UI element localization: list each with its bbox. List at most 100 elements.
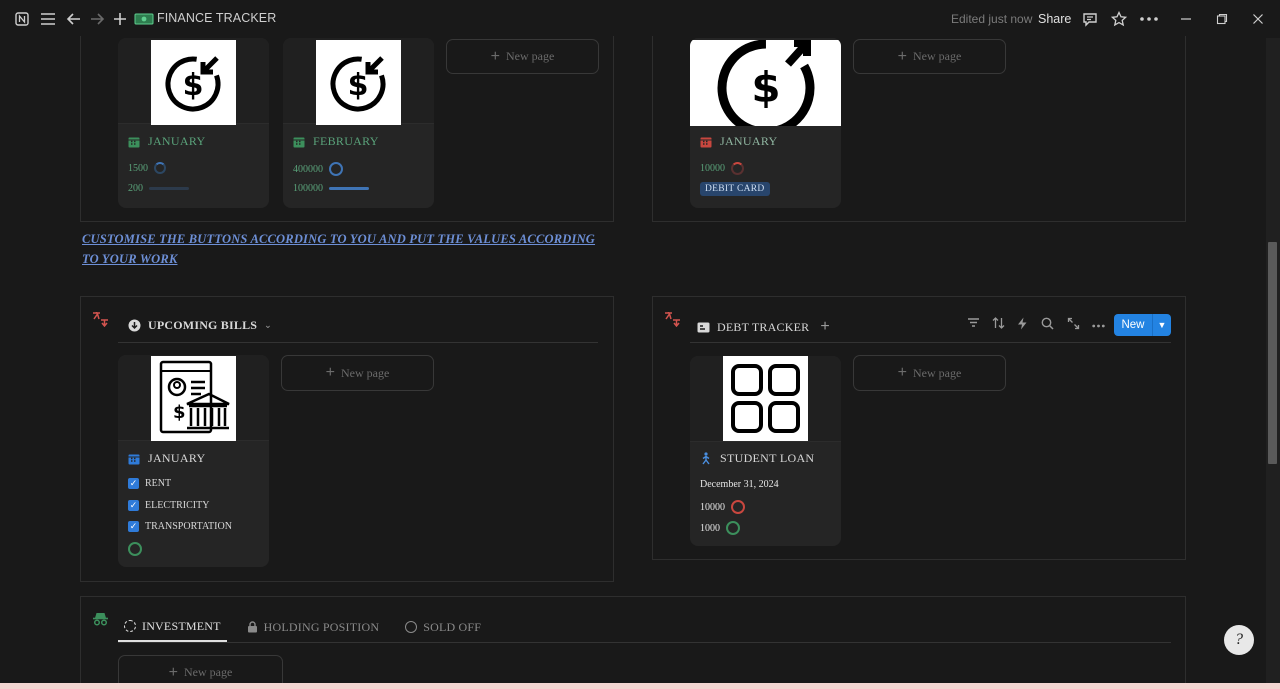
svg-text:$: $ <box>751 63 780 112</box>
card-value: 100000 <box>293 183 323 194</box>
star-icon[interactable] <box>1109 9 1129 29</box>
card-value: 400000 <box>293 163 323 175</box>
card-title: JANUARY <box>720 134 778 148</box>
investment-tabs: INVESTMENT HOLDING POSITION SOLD OFF <box>118 612 487 642</box>
plus-icon: + <box>325 364 336 381</box>
new-page-button[interactable]: + New page <box>853 39 1006 74</box>
divider <box>118 642 1171 643</box>
bill-item: ELECTRICITY <box>145 500 210 511</box>
back-arrow-icon[interactable] <box>63 9 83 29</box>
new-page-button[interactable]: + New page <box>446 39 599 74</box>
plus-icon: + <box>897 47 908 65</box>
menu-icon[interactable] <box>38 9 58 29</box>
progress-ring-icon <box>329 162 343 176</box>
edited-status: Edited just now <box>951 12 1033 26</box>
page-title[interactable]: FINANCE TRACKER <box>157 11 276 25</box>
progress-bar <box>149 187 189 190</box>
svg-text:$: $ <box>348 68 369 103</box>
new-entry-button[interactable]: New ▼ <box>1114 314 1171 336</box>
chevron-down-icon[interactable]: ⌄ <box>264 321 272 331</box>
tab-investment[interactable]: INVESTMENT <box>118 612 227 642</box>
due-date: December 31, 2024 <box>700 479 779 490</box>
plus-icon: + <box>897 364 908 381</box>
notion-logo-icon[interactable] <box>12 9 32 29</box>
progress-ring-icon <box>128 542 142 556</box>
close-icon[interactable] <box>1248 9 1268 29</box>
bank-bill-icon: $ <box>151 356 236 441</box>
forward-arrow-icon[interactable] <box>87 9 107 29</box>
svg-text:$: $ <box>183 68 204 103</box>
new-page-button[interactable]: + New page <box>281 355 434 391</box>
debt-card-student-loan[interactable]: STUDENT LOAN December 31, 2024 10000 100… <box>690 356 841 546</box>
more-options-icon[interactable] <box>1139 9 1159 29</box>
bill-item: TRANSPORTATION <box>145 521 232 532</box>
card-value: 1500 <box>128 162 148 174</box>
more-options-icon[interactable] <box>1092 317 1105 332</box>
circle-icon <box>405 621 418 633</box>
grid-apps-icon <box>723 356 808 441</box>
card-value: 200 <box>128 183 143 194</box>
download-circle-icon <box>128 319 141 332</box>
new-page-button[interactable]: + New page <box>853 355 1006 391</box>
money-out-icon: $ <box>690 39 841 137</box>
card-title: JANUARY <box>148 451 206 465</box>
minimize-icon[interactable] <box>1176 9 1196 29</box>
money-in-icon: $ <box>316 40 401 125</box>
loading-circle-icon <box>124 620 136 632</box>
calendar-icon <box>700 137 712 147</box>
plus-icon: + <box>168 663 179 681</box>
income-card-february[interactable]: $ FEBRUARY 400000 100000 <box>283 38 434 208</box>
money-in-icon: $ <box>151 40 236 125</box>
chevron-down-icon[interactable]: ▼ <box>1153 320 1171 330</box>
progress-ring-icon <box>154 162 166 174</box>
spy-icon[interactable] <box>92 612 109 630</box>
card-title: FEBRUARY <box>313 134 379 148</box>
income-card-january[interactable]: $ JANUARY 1500 200 <box>118 38 269 208</box>
os-taskbar <box>0 683 1280 689</box>
payment-tag: DEBIT CARD <box>700 182 770 196</box>
translate-icon[interactable] <box>92 311 109 331</box>
filter-icon[interactable] <box>967 317 980 332</box>
calendar-icon <box>293 137 305 147</box>
card-title: STUDENT LOAN <box>720 451 815 465</box>
lock-icon <box>247 621 257 633</box>
divider <box>690 342 1171 343</box>
sort-icon[interactable] <box>992 317 1005 333</box>
person-walking-icon <box>702 452 710 465</box>
scrollbar-thumb[interactable] <box>1268 242 1277 464</box>
expand-icon[interactable] <box>1067 317 1080 334</box>
bill-card-january[interactable]: $ JANUARY ✓ RENT ✓ ELECTRICITY ✓ TRANSPO… <box>118 355 269 567</box>
card-value: 10000 <box>700 163 725 174</box>
top-bar: FINANCE TRACKER Edited just now Share <box>0 0 1280 38</box>
share-button[interactable]: Share <box>1038 12 1071 26</box>
translate-icon[interactable] <box>664 311 681 331</box>
progress-ring-icon <box>726 521 740 535</box>
progress-bar <box>329 187 369 190</box>
tab-holding-position[interactable]: HOLDING POSITION <box>241 612 386 642</box>
card-title: JANUARY <box>148 134 206 148</box>
comment-icon[interactable] <box>1080 9 1100 29</box>
lightning-icon[interactable] <box>1017 317 1028 334</box>
add-page-icon[interactable] <box>110 9 130 29</box>
tab-sold-off[interactable]: SOLD OFF <box>399 612 487 642</box>
add-view-icon[interactable]: + <box>820 318 830 336</box>
expense-card-january[interactable]: $ JANUARY 10000 DEBIT CARD <box>690 38 841 208</box>
bills-header[interactable]: UPCOMING BILLS <box>148 318 257 333</box>
customise-note[interactable]: CUSTOMISE THE BUTTONS ACCORDING TO YOU A… <box>82 229 612 269</box>
calendar-icon <box>128 454 140 464</box>
checkbox-icon[interactable]: ✓ <box>128 478 139 489</box>
restore-icon[interactable] <box>1212 9 1232 29</box>
svg-text:$: $ <box>173 402 186 423</box>
debt-header[interactable]: DEBT TRACKER <box>717 320 809 335</box>
card-value: 10000 <box>700 501 725 513</box>
divider <box>118 342 598 343</box>
help-icon[interactable]: ? <box>1224 625 1254 655</box>
card-value: 1000 <box>700 522 720 534</box>
search-icon[interactable] <box>1041 317 1054 334</box>
checkbox-icon[interactable]: ✓ <box>128 521 139 532</box>
bill-item: RENT <box>145 478 172 489</box>
card-view-icon <box>697 322 710 332</box>
money-icon <box>134 9 154 29</box>
checkbox-icon[interactable]: ✓ <box>128 500 139 511</box>
progress-ring-icon <box>731 162 744 175</box>
